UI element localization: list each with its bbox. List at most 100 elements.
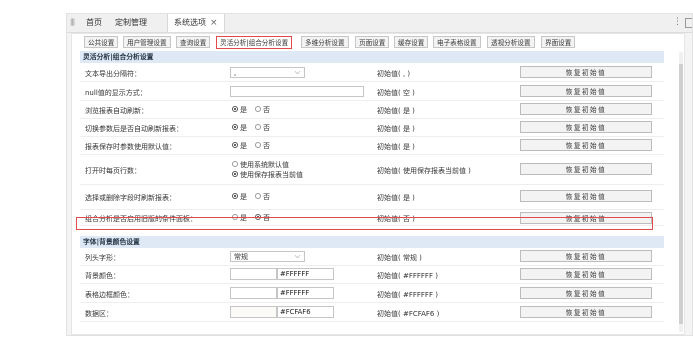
- radio-saved-value-label: 使用保存报表当前值: [240, 171, 303, 179]
- panel-toggle-icon[interactable]: [685, 18, 692, 28]
- subtab-interface[interactable]: 界面设置: [541, 36, 576, 48]
- restore-default-button[interactable]: 恢复初始值: [520, 163, 652, 175]
- row-save-param-default: 报表保存时参数使用默认值： 是 否 初始值( 是 ) 恢复初始值: [80, 137, 664, 155]
- tab-custom-management[interactable]: 定制管理: [115, 14, 147, 32]
- tab-system-options[interactable]: 系统选项 ×: [167, 14, 225, 32]
- row-auto-refresh: 浏览报表自动刷新： 是 否 初始值( 是 ) 恢复初始值: [80, 101, 664, 119]
- row-border-color: 表格边框颜色： #FFFFFF 初始值( #FFFFFF ) 恢复初始值: [80, 284, 664, 303]
- radio-no[interactable]: [255, 142, 261, 148]
- subtab-query[interactable]: 查询设置: [176, 36, 211, 48]
- radio-no-label: 否: [263, 124, 270, 132]
- subtab-common[interactable]: 公共设置: [84, 36, 119, 48]
- radio-yes[interactable]: [232, 193, 238, 199]
- subtab-pivot-analysis[interactable]: 透视分析设置: [487, 36, 535, 48]
- radio-yes-label: 是: [240, 124, 247, 132]
- radio-no[interactable]: [255, 193, 261, 199]
- color-swatch[interactable]: [230, 306, 277, 318]
- radio-yes-label: 是: [240, 193, 247, 201]
- delimiter-select[interactable]: , ⌵: [230, 67, 305, 78]
- select-value: ,: [234, 69, 237, 77]
- row-background-color: 背景颜色： #FFFFFF 初始值( #FFFFFF ) 恢复初始值: [80, 266, 664, 284]
- row-field-change-refresh: 选择或删除字段时刷新报表： 是 否 初始值( 是 ) 恢复初始值: [80, 185, 664, 210]
- restore-default-button[interactable]: 恢复初始值: [520, 85, 652, 97]
- row-label: null值的显示方式：: [85, 89, 147, 97]
- initial-value-text: 初始值( 是 ): [377, 125, 415, 133]
- subtab-spreadsheet[interactable]: 电子表格设置: [433, 36, 481, 48]
- initial-value-text: 初始值( , ): [377, 70, 411, 78]
- initial-value-text: 初始值( 是 ): [377, 194, 415, 202]
- section-header-font-background: 字体|背景颜色设置: [80, 236, 664, 248]
- color-swatch[interactable]: [230, 287, 277, 299]
- initial-value-text: 初始值( 常规 ): [377, 254, 422, 262]
- select-value: 常规: [234, 253, 248, 261]
- row-label: 列头字形：: [85, 254, 120, 262]
- radio-saved-value[interactable]: [232, 171, 238, 177]
- restore-default-button[interactable]: 恢复初始值: [520, 287, 652, 299]
- subtab-page[interactable]: 页面设置: [355, 36, 390, 48]
- chevron-down-icon: ⌵: [294, 68, 300, 76]
- radio-yes-label: 是: [240, 142, 247, 150]
- radio-system-default[interactable]: [232, 161, 238, 167]
- color-swatch[interactable]: [230, 268, 277, 280]
- initial-value-text: 初始值( 空 ): [377, 89, 415, 97]
- initial-value-text: 初始值( #FFFFFF ): [377, 291, 438, 299]
- close-icon[interactable]: ×: [210, 18, 218, 28]
- radio-yes[interactable]: [232, 142, 238, 148]
- restore-default-button[interactable]: 恢复初始值: [520, 268, 652, 280]
- row-label: 报表保存时参数使用默认值：: [85, 143, 176, 151]
- restore-default-button[interactable]: 恢复初始值: [520, 306, 652, 318]
- row-null-display: null值的显示方式： 初始值( 空 ) 恢复初始值: [80, 82, 664, 101]
- row-label: 文本导出分隔符：: [85, 70, 141, 78]
- section-header-flexible-analysis: 灵活分析|组合分析设置: [80, 51, 664, 63]
- initial-value-text: 初始值( 使用保存报表当前值 ): [377, 167, 471, 175]
- color-hex-input[interactable]: #FFFFFF: [277, 268, 334, 280]
- radio-yes[interactable]: [232, 106, 238, 112]
- restore-default-button[interactable]: 恢复初始值: [520, 121, 652, 133]
- initial-value-text: 初始值( 是 ): [377, 143, 415, 151]
- row-label: 表格边框颜色：: [85, 291, 134, 299]
- subtab-user-management[interactable]: 用户管理设置: [123, 36, 171, 48]
- initial-value-text: 初始值( #FFFFFF ): [377, 272, 438, 280]
- null-display-input[interactable]: [230, 86, 364, 97]
- color-hex-input[interactable]: #FCFAF6: [277, 306, 334, 318]
- radio-no-label: 否: [263, 106, 270, 114]
- top-tab-bar: ||| 首页 定制管理 系统选项 × ⋮: [67, 14, 692, 33]
- row-param-auto-refresh: 切换参数后是否自动刷新报表： 是 否 初始值( 是 ) 恢复初始值: [80, 119, 664, 137]
- restore-default-button[interactable]: 恢复初始值: [520, 66, 652, 78]
- font-style-select[interactable]: 常规 ⌵: [230, 251, 305, 262]
- restore-default-button[interactable]: 恢复初始值: [520, 139, 652, 151]
- menu-icon[interactable]: |||: [70, 18, 76, 26]
- subtab-cache[interactable]: 缓存设置: [394, 36, 429, 48]
- row-label: 打开时每页行数：: [85, 167, 141, 175]
- app-window: ||| 首页 定制管理 系统选项 × ⋮ 公共设置 用户管理设置 查询设置 灵活分…: [66, 13, 693, 336]
- color-hex-input[interactable]: #FFFFFF: [277, 287, 334, 299]
- tab-home[interactable]: 首页: [86, 14, 102, 32]
- subtab-flexible-analysis[interactable]: 灵活分析|组合分析设置: [216, 36, 293, 49]
- tab-label: 系统选项: [174, 18, 206, 27]
- row-data-area-color: 数据区： #FCFAF6 初始值( #FCFAF6 ) 恢复初始值: [80, 303, 664, 322]
- radio-system-default-label: 使用系统默认值: [240, 161, 289, 169]
- more-options-icon[interactable]: ⋮: [673, 17, 682, 27]
- row-label: 浏览报表自动刷新：: [85, 107, 148, 115]
- settings-content: 公共设置 用户管理设置 查询设置 灵活分析|组合分析设置 多维分析设置 页面设置…: [71, 33, 685, 335]
- row-rows-per-page: 打开时每页行数： 使用系统默认值 使用保存报表当前值 初始值( 使用保存报表当前…: [80, 155, 664, 185]
- chevron-down-icon: ⌵: [294, 252, 300, 260]
- radio-no[interactable]: [255, 106, 261, 112]
- restore-default-button[interactable]: 恢复初始值: [520, 190, 652, 202]
- radio-yes-label: 是: [240, 106, 247, 114]
- row-label: 切换参数后是否自动刷新报表：: [85, 125, 183, 133]
- restore-default-button[interactable]: 恢复初始值: [520, 103, 652, 115]
- radio-yes[interactable]: [232, 124, 238, 130]
- radio-no-label: 否: [263, 193, 270, 201]
- row-header-font-style: 列头字形： 常规 ⌵ 初始值( 常规 ) 恢复初始值: [80, 248, 664, 266]
- radio-no-label: 否: [263, 142, 270, 150]
- initial-value-text: 初始值( #FCFAF6 ): [377, 310, 440, 318]
- row-label: 数据区：: [85, 310, 113, 318]
- row-label: 背景颜色：: [85, 272, 120, 280]
- scrollbar-thumb[interactable]: [679, 64, 683, 324]
- row-text-export-delimiter: 文本导出分隔符： , ⌵ 初始值( , ) 恢复初始值: [80, 63, 664, 82]
- initial-value-text: 初始值( 是 ): [377, 107, 415, 115]
- restore-default-button[interactable]: 恢复初始值: [520, 250, 652, 262]
- radio-no[interactable]: [255, 124, 261, 130]
- subtab-multidim-analysis[interactable]: 多维分析设置: [301, 36, 349, 48]
